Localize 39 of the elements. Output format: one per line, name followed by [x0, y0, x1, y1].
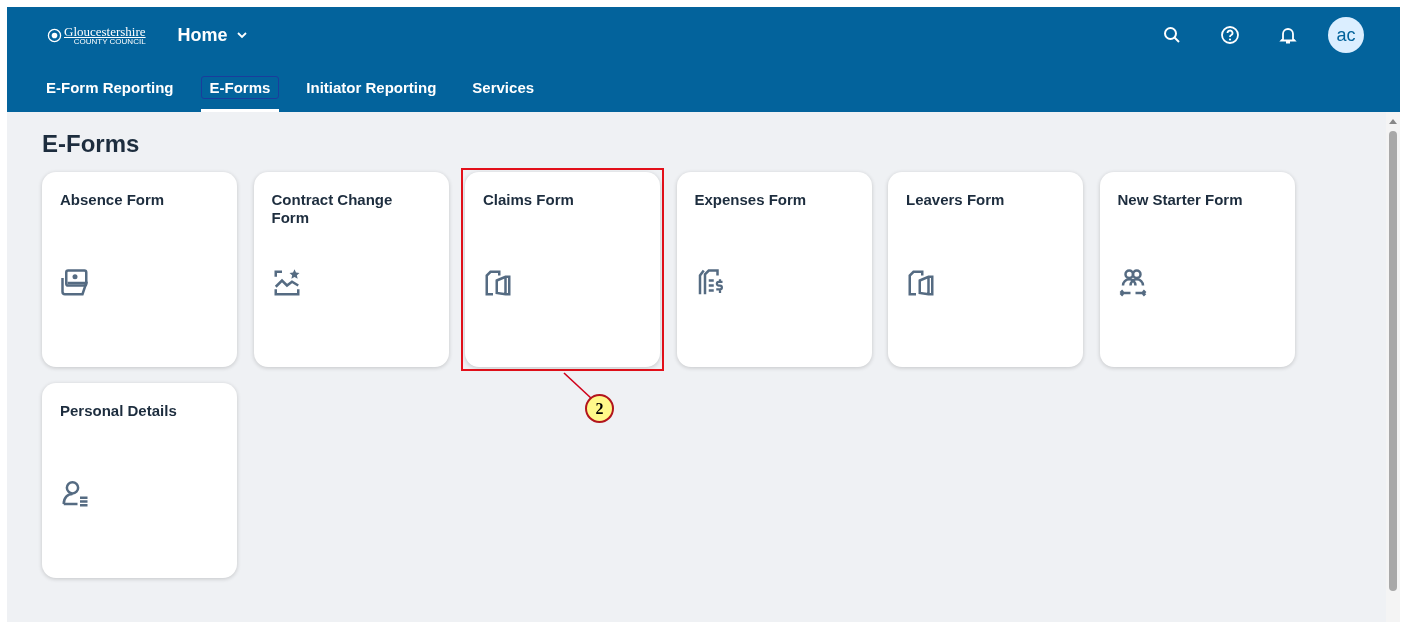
notification-bell-icon[interactable]	[1278, 25, 1298, 45]
logo[interactable]: Gloucestershire COUNTY COUNCIL	[47, 24, 146, 46]
form-tile[interactable]: New Starter Form	[1099, 172, 1295, 367]
search-icon[interactable]	[1162, 25, 1182, 45]
nav-tab[interactable]: Services	[463, 63, 544, 112]
tile-title: New Starter Form	[1117, 191, 1244, 209]
logo-subtitle: COUNTY COUNCIL	[73, 37, 146, 46]
tile-title: Expenses Form	[694, 191, 808, 209]
scroll-up-icon[interactable]	[1388, 117, 1398, 125]
tile-title: Absence Form	[60, 191, 166, 209]
home-menu[interactable]: Home	[177, 24, 248, 46]
documents-icon	[483, 268, 513, 298]
form-tile[interactable]: Personal Details	[42, 383, 237, 578]
form-tile[interactable]: Leavers Form	[888, 172, 1083, 367]
callout-number: 2	[585, 394, 614, 423]
logo-name: Gloucestershire	[64, 24, 146, 38]
documents-icon	[906, 268, 936, 298]
scrollbar[interactable]	[1386, 112, 1400, 622]
image-folder-icon	[60, 268, 90, 298]
form-tile[interactable]: Absence Form	[42, 172, 237, 367]
nav-tab[interactable]: Initiator Reporting	[297, 63, 446, 112]
form-tile[interactable]: Contract Change Form	[253, 172, 449, 367]
form-tile[interactable]: Claims Form	[465, 172, 660, 367]
tile-title: Personal Details	[60, 402, 178, 420]
help-icon[interactable]	[1220, 25, 1240, 45]
nav-tab[interactable]: E-Form Reporting	[37, 63, 183, 112]
tile-title: Contract Change Form	[271, 191, 394, 227]
tile-title: Claims Form	[483, 191, 575, 209]
scroll-thumb[interactable]	[1389, 131, 1397, 591]
form-tile[interactable]: Expenses Form	[676, 172, 872, 367]
nav-tab[interactable]: E-Forms	[200, 63, 280, 112]
person-list-icon	[60, 479, 90, 509]
people-transfer-icon	[1117, 268, 1148, 298]
user-avatar[interactable]: ac	[1328, 17, 1364, 53]
chevron-down-icon	[235, 29, 248, 41]
leader-line	[563, 372, 593, 400]
crest-icon	[47, 27, 62, 43]
page-title: E-Forms	[42, 130, 141, 158]
tile-title: Leavers Form	[906, 191, 1006, 209]
